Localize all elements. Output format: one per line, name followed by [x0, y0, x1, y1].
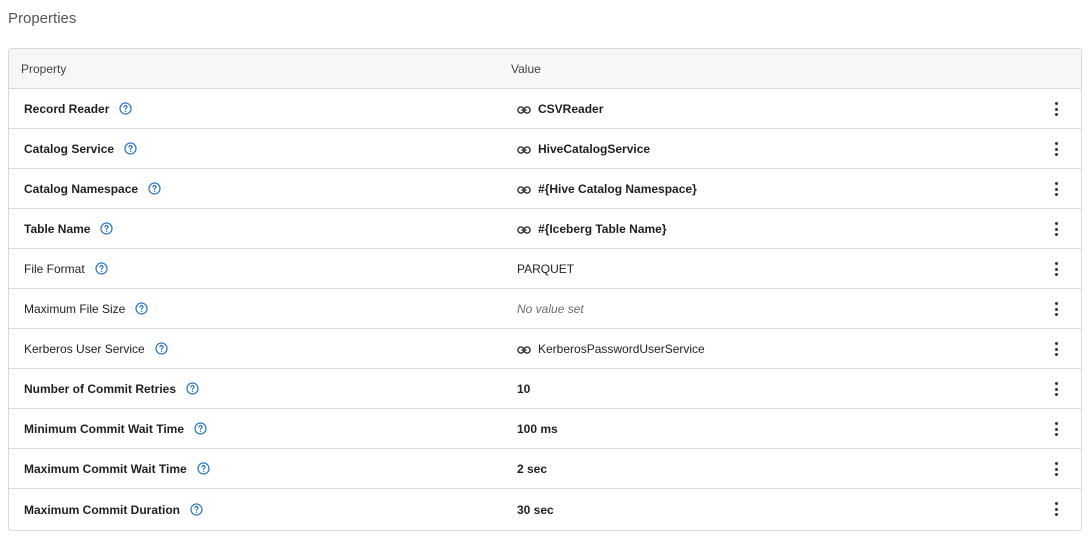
- property-value: PARQUET: [517, 261, 575, 276]
- help-icon[interactable]: [100, 222, 114, 235]
- property-value-cell[interactable]: #{Hive Catalog Namespace}: [502, 182, 1081, 196]
- kebab-menu-icon[interactable]: [1049, 422, 1063, 436]
- help-icon[interactable]: [197, 462, 210, 475]
- kebab-menu-icon[interactable]: [1049, 462, 1063, 476]
- property-name-cell: File Format: [9, 262, 502, 276]
- property-value-cell[interactable]: 30 sec: [502, 503, 1081, 517]
- property-value-cell[interactable]: No value set: [502, 302, 1081, 316]
- property-value: 30 sec: [517, 502, 554, 517]
- property-value: 100 ms: [517, 421, 558, 436]
- table-row: Number of Commit Retries 10: [9, 369, 1081, 409]
- table-row: Minimum Commit Wait Time 100 ms: [9, 409, 1081, 449]
- help-icon[interactable]: [119, 102, 132, 115]
- property-name: File Format: [24, 261, 85, 276]
- kebab-menu-icon[interactable]: [1049, 382, 1063, 396]
- property-name-cell: Catalog Namespace: [9, 182, 502, 196]
- table-row: Record Reader CSVReader: [9, 89, 1081, 129]
- table-row: Table Name #{Iceberg Table Name}: [9, 209, 1081, 249]
- property-value-cell[interactable]: 10: [502, 382, 1081, 396]
- table-row: Catalog Namespace #{Hive Catalog Namespac…: [9, 169, 1081, 209]
- table-row: Maximum Commit Duration 30 sec: [9, 489, 1081, 530]
- property-value-cell[interactable]: 100 ms: [502, 422, 1081, 436]
- property-name: Catalog Namespace: [24, 181, 139, 196]
- table-header: Property Value: [9, 49, 1081, 89]
- property-value: #{Hive Catalog Namespace}: [538, 181, 697, 196]
- table-row: Kerberos User Service KerberosPasswordUse…: [9, 329, 1081, 369]
- table-row: Maximum File Size No value set: [9, 289, 1081, 329]
- kebab-menu-icon[interactable]: [1049, 102, 1063, 116]
- property-name-cell: Kerberos User Service: [9, 342, 502, 356]
- property-value: 10: [517, 381, 531, 396]
- properties-table: Property Value Record Reader CSVReader Cat…: [8, 48, 1082, 531]
- help-icon[interactable]: [194, 422, 207, 435]
- property-name: Record Reader: [24, 101, 110, 116]
- property-value: #{Iceberg Table Name}: [538, 221, 667, 236]
- property-value-cell[interactable]: CSVReader: [502, 102, 1081, 116]
- property-name-cell: Number of Commit Retries: [9, 382, 502, 396]
- help-icon[interactable]: [190, 503, 203, 516]
- property-name-cell: Table Name: [9, 222, 502, 236]
- property-value: KerberosPasswordUserService: [538, 341, 705, 356]
- property-value-cell[interactable]: PARQUET: [502, 262, 1081, 276]
- header-property: Property: [21, 61, 67, 76]
- link-icon: [517, 184, 531, 194]
- property-name-cell: Maximum Commit Duration: [9, 503, 502, 517]
- property-value: No value set: [517, 301, 584, 316]
- property-value: HiveCatalogService: [538, 141, 651, 156]
- property-name: Table Name: [24, 221, 91, 236]
- property-name: Catalog Service: [24, 141, 115, 156]
- kebab-menu-icon[interactable]: [1049, 222, 1063, 236]
- property-name: Kerberos User Service: [24, 341, 145, 356]
- help-icon[interactable]: [95, 262, 108, 275]
- property-value: 2 sec: [517, 461, 548, 476]
- table-row: File Format PARQUET: [9, 249, 1081, 289]
- property-value-cell[interactable]: #{Iceberg Table Name}: [502, 222, 1081, 236]
- table-body: Record Reader CSVReader Catalog Service Hiv…: [9, 89, 1081, 530]
- kebab-menu-icon[interactable]: [1049, 142, 1063, 156]
- link-icon: [517, 344, 531, 354]
- help-icon[interactable]: [124, 142, 137, 155]
- property-value-cell[interactable]: 2 sec: [502, 462, 1081, 476]
- link-icon: [517, 104, 531, 114]
- property-name: Minimum Commit Wait Time: [24, 421, 185, 436]
- property-name-cell: Minimum Commit Wait Time: [9, 422, 502, 436]
- properties-title: Properties: [8, 10, 77, 27]
- help-icon[interactable]: [155, 342, 168, 355]
- property-name-cell: Catalog Service: [9, 142, 502, 156]
- help-icon[interactable]: [135, 302, 148, 315]
- header-value: Value: [511, 61, 541, 76]
- property-value-cell[interactable]: HiveCatalogService: [502, 142, 1081, 156]
- property-name: Maximum Commit Wait Time: [24, 461, 187, 476]
- table-row: Maximum Commit Wait Time 2 sec: [9, 449, 1081, 489]
- help-icon[interactable]: [186, 382, 199, 395]
- table-row: Catalog Service HiveCatalogService: [9, 129, 1081, 169]
- kebab-menu-icon[interactable]: [1049, 302, 1063, 316]
- property-name-cell: Maximum Commit Wait Time: [9, 462, 502, 476]
- property-name: Maximum File Size: [24, 301, 126, 316]
- property-name-cell: Maximum File Size: [9, 302, 502, 316]
- kebab-menu-icon[interactable]: [1049, 502, 1063, 516]
- kebab-menu-icon[interactable]: [1049, 182, 1063, 196]
- property-value: CSVReader: [538, 101, 604, 116]
- link-icon: [517, 144, 531, 154]
- kebab-menu-icon[interactable]: [1049, 342, 1063, 356]
- link-icon: [517, 224, 531, 234]
- property-name-cell: Record Reader: [9, 102, 502, 116]
- property-name: Maximum Commit Duration: [24, 502, 181, 517]
- kebab-menu-icon[interactable]: [1049, 262, 1063, 276]
- property-value-cell[interactable]: KerberosPasswordUserService: [502, 342, 1081, 356]
- property-name: Number of Commit Retries: [24, 381, 177, 396]
- help-icon[interactable]: [148, 182, 161, 195]
